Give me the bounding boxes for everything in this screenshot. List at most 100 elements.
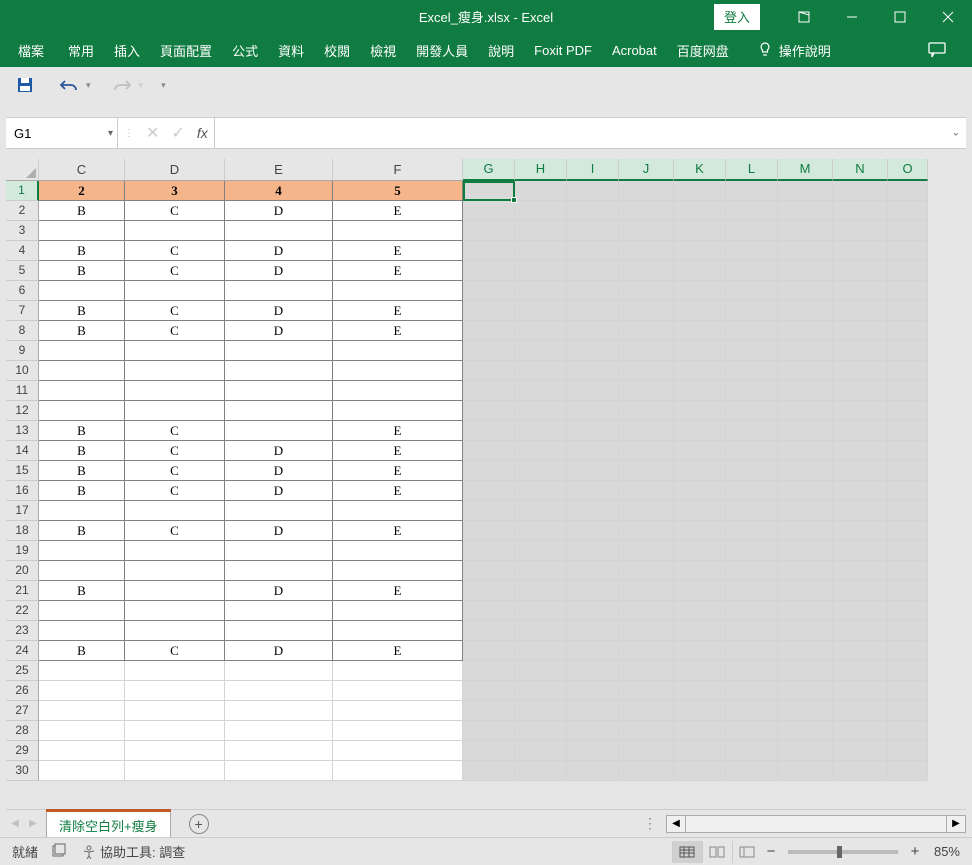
cell[interactable] bbox=[567, 221, 619, 241]
cell[interactable] bbox=[674, 421, 726, 441]
cell[interactable] bbox=[778, 521, 833, 541]
cell[interactable]: C bbox=[125, 521, 225, 541]
cell[interactable] bbox=[125, 361, 225, 381]
cell[interactable] bbox=[567, 621, 619, 641]
cell[interactable]: B bbox=[39, 301, 125, 321]
ribbon-tab[interactable]: 百度网盘 bbox=[667, 33, 739, 68]
cell[interactable]: B bbox=[39, 201, 125, 221]
cell[interactable] bbox=[515, 721, 567, 741]
cell[interactable] bbox=[726, 521, 778, 541]
cell[interactable] bbox=[515, 301, 567, 321]
cell[interactable] bbox=[333, 401, 463, 421]
cell[interactable] bbox=[888, 241, 928, 261]
ribbon-tab[interactable]: 說明 bbox=[478, 33, 524, 68]
cell[interactable] bbox=[888, 201, 928, 221]
cell[interactable] bbox=[726, 201, 778, 221]
cell[interactable] bbox=[778, 501, 833, 521]
cell[interactable] bbox=[463, 681, 515, 701]
cell[interactable] bbox=[463, 661, 515, 681]
cell[interactable] bbox=[778, 361, 833, 381]
cell[interactable] bbox=[619, 461, 674, 481]
cell[interactable] bbox=[515, 261, 567, 281]
cell[interactable] bbox=[778, 741, 833, 761]
cell[interactable] bbox=[888, 601, 928, 621]
cell[interactable] bbox=[833, 761, 888, 781]
page-layout-view-button[interactable] bbox=[702, 841, 732, 863]
cell[interactable]: D bbox=[225, 481, 333, 501]
cell[interactable] bbox=[674, 661, 726, 681]
row-header[interactable]: 24 bbox=[6, 641, 39, 661]
cell[interactable] bbox=[333, 601, 463, 621]
cell[interactable]: E bbox=[333, 301, 463, 321]
cell[interactable] bbox=[778, 421, 833, 441]
cell[interactable] bbox=[225, 621, 333, 641]
cell[interactable] bbox=[225, 281, 333, 301]
row-header[interactable]: 13 bbox=[6, 421, 39, 441]
cell[interactable] bbox=[888, 261, 928, 281]
cell[interactable] bbox=[225, 741, 333, 761]
row-header[interactable]: 15 bbox=[6, 461, 39, 481]
cell[interactable] bbox=[567, 561, 619, 581]
row-header[interactable]: 21 bbox=[6, 581, 39, 601]
cell[interactable] bbox=[567, 521, 619, 541]
hscroll-right[interactable]: ▶ bbox=[946, 815, 966, 833]
cell[interactable] bbox=[39, 401, 125, 421]
cell[interactable] bbox=[125, 341, 225, 361]
cell[interactable] bbox=[888, 461, 928, 481]
cell[interactable] bbox=[726, 181, 778, 201]
row-header[interactable]: 22 bbox=[6, 601, 39, 621]
cell[interactable] bbox=[674, 761, 726, 781]
column-header[interactable]: J bbox=[619, 159, 674, 181]
cell[interactable] bbox=[567, 741, 619, 761]
cell[interactable] bbox=[833, 181, 888, 201]
cell[interactable] bbox=[674, 461, 726, 481]
qat-customize-icon[interactable]: ▾ bbox=[161, 80, 166, 91]
cell[interactable] bbox=[515, 501, 567, 521]
cell[interactable] bbox=[463, 601, 515, 621]
cell[interactable]: C bbox=[125, 641, 225, 661]
cell[interactable]: B bbox=[39, 261, 125, 281]
cell[interactable] bbox=[515, 281, 567, 301]
ribbon-tab[interactable]: 校閱 bbox=[314, 33, 360, 68]
cell[interactable] bbox=[333, 621, 463, 641]
cell[interactable] bbox=[726, 381, 778, 401]
cell[interactable] bbox=[778, 241, 833, 261]
cell[interactable] bbox=[619, 601, 674, 621]
cell[interactable] bbox=[674, 701, 726, 721]
cell[interactable] bbox=[833, 361, 888, 381]
cell[interactable] bbox=[833, 201, 888, 221]
cell[interactable] bbox=[726, 281, 778, 301]
hscroll-track[interactable] bbox=[686, 815, 946, 833]
cell[interactable]: D bbox=[225, 441, 333, 461]
cell[interactable] bbox=[726, 701, 778, 721]
row-header[interactable]: 27 bbox=[6, 701, 39, 721]
normal-view-button[interactable] bbox=[672, 841, 702, 863]
cell[interactable] bbox=[833, 321, 888, 341]
cell[interactable]: B bbox=[39, 581, 125, 601]
cell[interactable] bbox=[125, 721, 225, 741]
cell[interactable] bbox=[225, 661, 333, 681]
column-header[interactable]: I bbox=[567, 159, 619, 181]
cell[interactable] bbox=[833, 741, 888, 761]
cell[interactable] bbox=[39, 361, 125, 381]
cell[interactable] bbox=[39, 721, 125, 741]
cell[interactable]: B bbox=[39, 481, 125, 501]
cell[interactable] bbox=[619, 401, 674, 421]
cell[interactable] bbox=[125, 401, 225, 421]
cell[interactable]: D bbox=[225, 521, 333, 541]
cell[interactable] bbox=[619, 701, 674, 721]
cell[interactable] bbox=[39, 281, 125, 301]
cell[interactable] bbox=[225, 361, 333, 381]
cell[interactable] bbox=[674, 341, 726, 361]
row-header[interactable]: 7 bbox=[6, 301, 39, 321]
cell[interactable] bbox=[463, 761, 515, 781]
cell[interactable]: D bbox=[225, 321, 333, 341]
cell[interactable] bbox=[726, 401, 778, 421]
cell[interactable]: E bbox=[333, 461, 463, 481]
row-header[interactable]: 26 bbox=[6, 681, 39, 701]
cell[interactable] bbox=[726, 361, 778, 381]
cell[interactable] bbox=[888, 521, 928, 541]
row-header[interactable]: 6 bbox=[6, 281, 39, 301]
cell[interactable] bbox=[515, 681, 567, 701]
cell[interactable]: B bbox=[39, 441, 125, 461]
